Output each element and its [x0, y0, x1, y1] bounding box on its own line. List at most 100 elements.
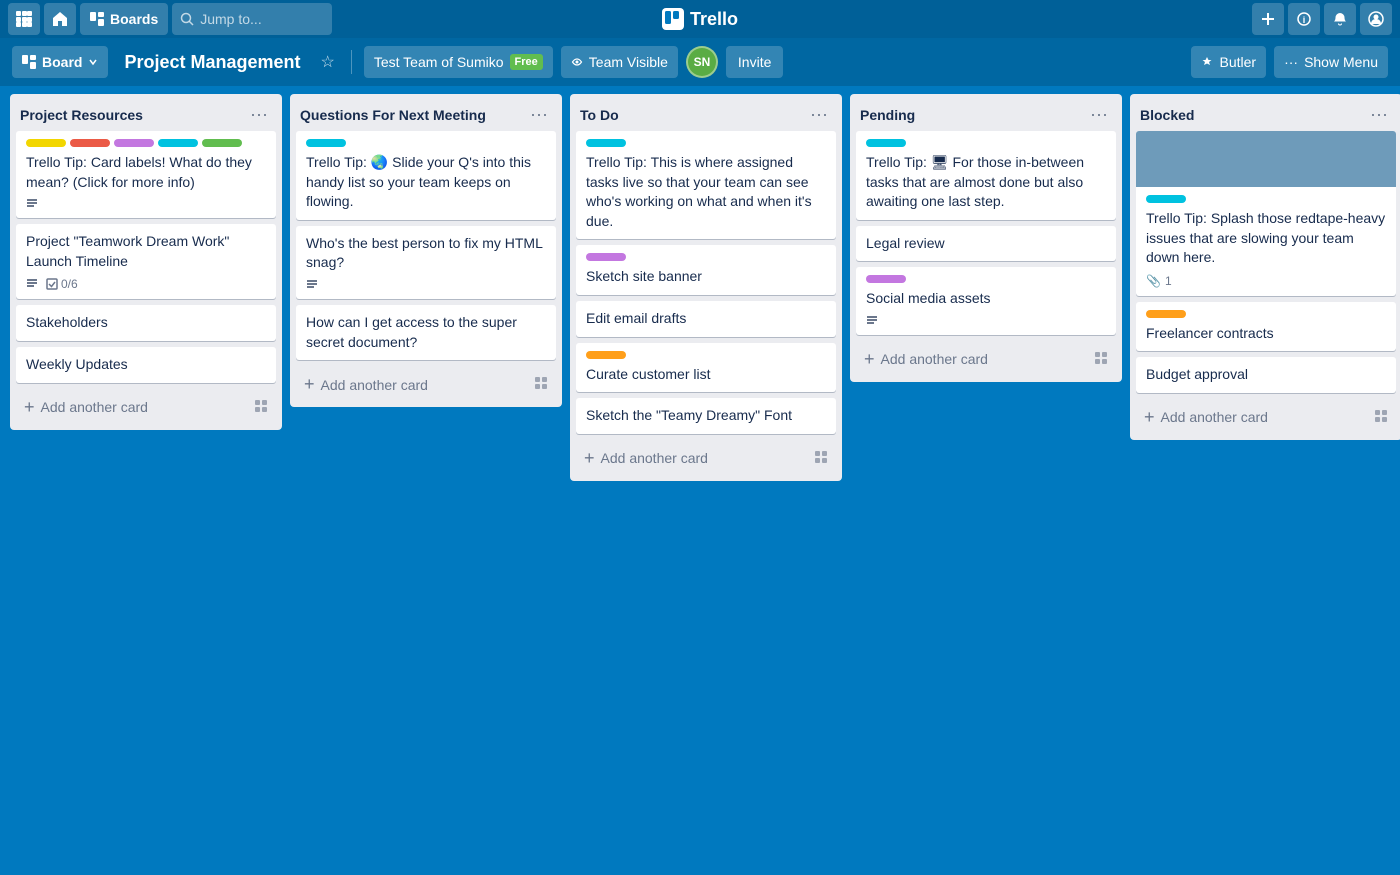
- list-menu-button-questions-next-meeting[interactable]: ···: [526, 102, 552, 127]
- card-td-5[interactable]: Sketch the "Teamy Dreamy" Font: [576, 398, 836, 434]
- list-header-to-do: To Do···: [570, 94, 842, 131]
- card-label: [866, 139, 906, 147]
- profile-button[interactable]: [1360, 3, 1392, 35]
- notifications-button[interactable]: [1324, 3, 1356, 35]
- butler-button[interactable]: Butler: [1191, 46, 1266, 78]
- board-title[interactable]: Project Management: [116, 48, 308, 77]
- list-cards-questions-next-meeting: Trello Tip: 🌏 Slide your Q's into this h…: [290, 131, 562, 366]
- card-meta-pe-3: [866, 315, 1106, 327]
- add-button[interactable]: [1252, 3, 1284, 35]
- card-bl-1[interactable]: Freelancer contracts: [1136, 302, 1396, 352]
- list-menu-button-project-resources[interactable]: ···: [246, 102, 272, 127]
- invite-button[interactable]: Invite: [726, 46, 783, 78]
- apps-button[interactable]: [8, 3, 40, 35]
- card-pr-1[interactable]: Trello Tip: Card labels! What do they me…: [16, 131, 276, 218]
- card-text-td-5: Sketch the "Teamy Dreamy" Font: [586, 406, 826, 426]
- board-view-button[interactable]: Board: [12, 46, 108, 78]
- card-pr-2[interactable]: Project "Teamwork Dream Work" Launch Tim…: [16, 224, 276, 299]
- list-title-to-do: To Do: [580, 107, 806, 123]
- list-title-blocked: Blocked: [1140, 107, 1366, 123]
- list-cards-pending: Trello Tip: 🖥 For those in-between tasks…: [850, 131, 1122, 341]
- card-text-td-4: Curate customer list: [586, 365, 826, 385]
- list-header-questions-next-meeting: Questions For Next Meeting···: [290, 94, 562, 131]
- card-td-2[interactable]: Sketch site banner: [576, 245, 836, 295]
- top-nav: Boards Trello i: [0, 0, 1400, 38]
- card-labels-td-1: [586, 139, 826, 147]
- card-label: [1146, 310, 1186, 318]
- add-card-button-blocked[interactable]: + Add another card: [1136, 401, 1396, 434]
- template-icon: [1374, 409, 1388, 426]
- star-button[interactable]: ☆: [317, 48, 339, 76]
- list-cards-to-do: Trello Tip: This is where assigned tasks…: [570, 131, 842, 440]
- boards-button[interactable]: Boards: [80, 3, 168, 35]
- card-labels-pr-1: [26, 139, 266, 147]
- add-card-button-to-do[interactable]: + Add another card: [576, 442, 836, 475]
- add-card-label: Add another card: [321, 377, 428, 393]
- attachment-icon: 📎: [1146, 274, 1161, 288]
- add-card-button-questions-next-meeting[interactable]: + Add another card: [296, 368, 556, 401]
- list-project-resources: Project Resources··· Trello Tip: Card lab…: [10, 94, 282, 430]
- card-pr-4[interactable]: Weekly Updates: [16, 347, 276, 383]
- team-label: Test Team of Sumiko: [374, 54, 504, 70]
- card-bl-2[interactable]: Budget approval: [1136, 357, 1396, 393]
- card-pr-3[interactable]: Stakeholders: [16, 305, 276, 341]
- card-td-1[interactable]: Trello Tip: This is where assigned tasks…: [576, 131, 836, 239]
- list-cards-blocked: Trello Tip: Splash those redtape-heavy i…: [1130, 131, 1400, 399]
- board-view-label: Board: [42, 54, 82, 70]
- team-badge: Free: [510, 54, 543, 70]
- card-bl-0[interactable]: Trello Tip: Splash those redtape-heavy i…: [1136, 131, 1396, 296]
- template-icon: [814, 450, 828, 467]
- card-labels-qnm-1: [306, 139, 546, 147]
- card-td-3[interactable]: Edit email drafts: [576, 301, 836, 337]
- header-divider: [351, 50, 352, 74]
- list-blocked: Blocked··· Trello Tip: Splash those redta…: [1130, 94, 1400, 440]
- card-label: [306, 139, 346, 147]
- team-button[interactable]: Test Team of Sumiko Free: [364, 46, 553, 78]
- card-text-qnm-3: How can I get access to the super secret…: [306, 313, 546, 352]
- card-text-qnm-2: Who's the best person to fix my HTML sna…: [306, 234, 546, 273]
- list-questions-next-meeting: Questions For Next Meeting··· Trello Tip:…: [290, 94, 562, 407]
- card-pe-1[interactable]: Trello Tip: 🖥 For those in-between tasks…: [856, 131, 1116, 220]
- add-card-label: Add another card: [1161, 409, 1268, 425]
- card-td-4[interactable]: Curate customer list: [576, 343, 836, 393]
- list-menu-button-to-do[interactable]: ···: [806, 102, 832, 127]
- card-qnm-3[interactable]: How can I get access to the super secret…: [296, 305, 556, 360]
- visibility-label: Team Visible: [589, 54, 668, 70]
- card-text-bl-2: Budget approval: [1146, 365, 1386, 385]
- add-card-label: Add another card: [41, 399, 148, 415]
- card-qnm-2[interactable]: Who's the best person to fix my HTML sna…: [296, 226, 556, 299]
- logo-text: Trello: [690, 9, 738, 30]
- avatar[interactable]: SN: [686, 46, 718, 78]
- card-text-pr-4: Weekly Updates: [26, 355, 266, 375]
- board-content: Project Resources···Trello Tip: Card lab…: [0, 86, 1400, 875]
- card-label: [586, 351, 626, 359]
- visibility-button[interactable]: Team Visible: [561, 46, 678, 78]
- card-text-td-3: Edit email drafts: [586, 309, 826, 329]
- list-title-project-resources: Project Resources: [20, 107, 246, 123]
- list-menu-button-blocked[interactable]: ···: [1366, 102, 1392, 127]
- search-input[interactable]: [200, 11, 320, 27]
- card-label: [1146, 195, 1186, 203]
- card-pe-3[interactable]: Social media assets: [856, 267, 1116, 335]
- card-text-pr-3: Stakeholders: [26, 313, 266, 333]
- card-text-pr-1: Trello Tip: Card labels! What do they me…: [26, 153, 266, 192]
- add-icon: +: [1144, 407, 1155, 428]
- home-button[interactable]: [44, 3, 76, 35]
- add-card-button-project-resources[interactable]: + Add another card: [16, 391, 276, 424]
- info-button[interactable]: i: [1288, 3, 1320, 35]
- show-menu-button[interactable]: ··· Show Menu: [1274, 46, 1388, 78]
- search-bar[interactable]: [172, 3, 332, 35]
- card-attachment-bl-0: 📎 1: [1146, 274, 1386, 288]
- card-label: [26, 139, 66, 147]
- card-text-pe-1: Trello Tip: 🖥 For those in-between tasks…: [866, 153, 1106, 212]
- card-text-qnm-1: Trello Tip: 🌏 Slide your Q's into this h…: [306, 153, 546, 212]
- card-labels-pe-1: [866, 139, 1106, 147]
- card-text-bl-1: Freelancer contracts: [1146, 324, 1386, 344]
- card-text-td-1: Trello Tip: This is where assigned tasks…: [586, 153, 826, 231]
- list-menu-button-pending[interactable]: ···: [1086, 102, 1112, 127]
- list-cards-project-resources: Trello Tip: Card labels! What do they me…: [10, 131, 282, 389]
- add-card-button-pending[interactable]: + Add another card: [856, 343, 1116, 376]
- card-qnm-1[interactable]: Trello Tip: 🌏 Slide your Q's into this h…: [296, 131, 556, 220]
- add-card-label: Add another card: [881, 351, 988, 367]
- card-pe-2[interactable]: Legal review: [856, 226, 1116, 262]
